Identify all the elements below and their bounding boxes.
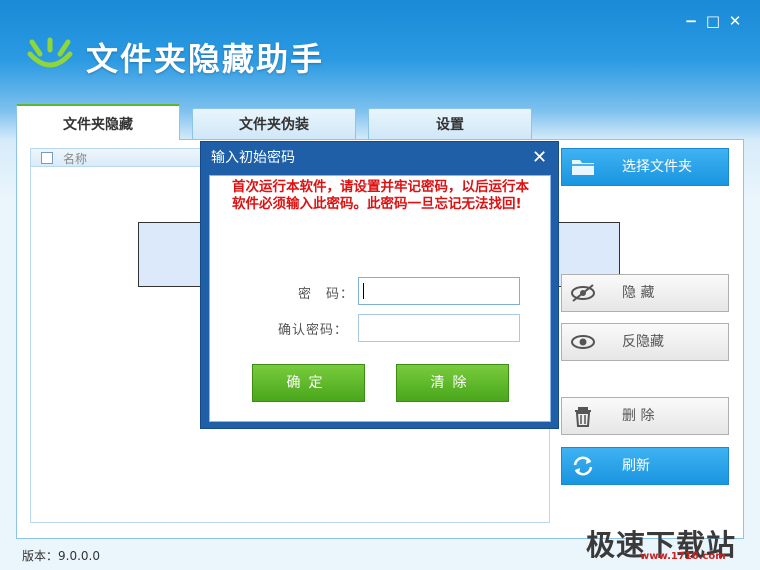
clear-button[interactable]: 清除 [396, 364, 509, 402]
refresh-button[interactable]: 刷新 [561, 447, 729, 485]
dialog-title: 输入初始密码 [211, 150, 295, 166]
password-label: 密 码： [298, 287, 355, 302]
dialog-warning-message: 首次运行本软件，请设置并牢记密码，以后运行本软件必须输入此密码。此密码一旦忘记无… [232, 179, 529, 212]
text-caret [363, 283, 364, 299]
version-label: 版本：9.0.0.0 [22, 549, 100, 563]
dialog-body: 首次运行本软件，请设置并牢记密码，以后运行本软件必须输入此密码。此密码一旦忘记无… [209, 175, 551, 422]
minimize-icon[interactable]: − [682, 12, 700, 30]
trash-icon [575, 407, 591, 427]
folder-icon [572, 160, 594, 175]
close-icon[interactable]: ✕ [726, 12, 744, 30]
hide-label: 隐 藏 [622, 285, 655, 301]
app-window: 文件夹隐藏助手 − □ ✕ 文件夹隐藏 文件夹伪装 设置 名称 选择文件夹 隐 … [0, 0, 760, 570]
eye-icon [571, 335, 595, 349]
password-dialog: 输入初始密码 ✕ 首次运行本软件，请设置并牢记密码，以后运行本软件必须输入此密码… [200, 141, 559, 429]
watermark-url: www.1716.com [640, 551, 726, 562]
ok-button[interactable]: 确定 [252, 364, 365, 402]
confirm-password-label: 确认密码： [278, 323, 349, 338]
tab-folder-disguise[interactable]: 文件夹伪装 [192, 108, 356, 140]
confirm-password-input[interactable] [358, 314, 520, 342]
select-folder-label: 选择文件夹 [622, 159, 692, 175]
dialog-close-icon[interactable]: ✕ [532, 147, 547, 168]
refresh-label: 刷新 [622, 458, 650, 474]
delete-button[interactable]: 删 除 [561, 397, 729, 435]
select-folder-button[interactable]: 选择文件夹 [561, 148, 729, 186]
password-input[interactable] [358, 277, 520, 305]
maximize-icon[interactable]: □ [704, 12, 722, 30]
tab-settings[interactable]: 设置 [368, 108, 532, 140]
unhide-button[interactable]: 反隐藏 [561, 323, 729, 361]
tab-folder-hide[interactable]: 文件夹隐藏 [16, 104, 180, 140]
eye-slash-icon [571, 284, 595, 302]
select-all-checkbox[interactable] [41, 152, 53, 164]
app-logo-icon [27, 37, 73, 68]
delete-label: 删 除 [622, 408, 655, 424]
refresh-icon [573, 456, 593, 476]
column-header-name: 名称 [63, 152, 88, 166]
hide-button[interactable]: 隐 藏 [561, 274, 729, 312]
app-title: 文件夹隐藏助手 [86, 40, 325, 78]
unhide-label: 反隐藏 [622, 334, 664, 350]
